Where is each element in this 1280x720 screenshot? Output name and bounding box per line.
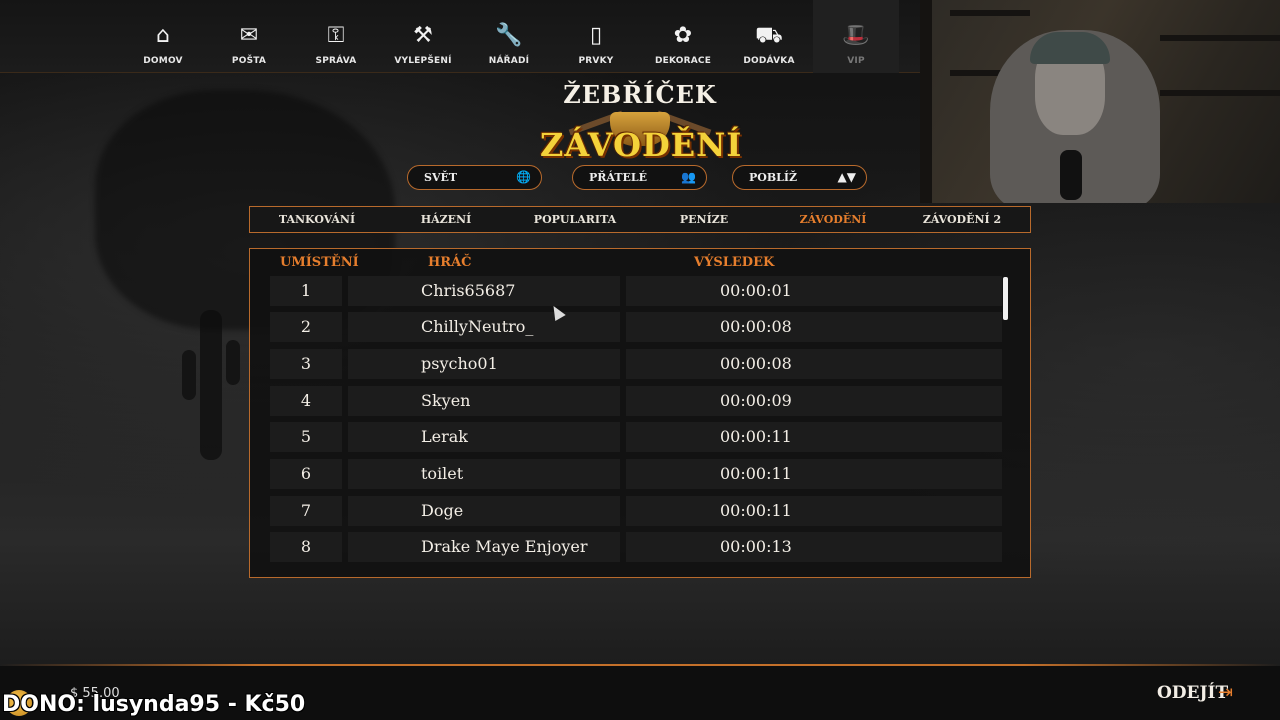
- filter-friends[interactable]: PŘÁTELÉ 👥: [572, 165, 707, 190]
- tab-tankovani[interactable]: TANKOVÁNÍ: [252, 207, 382, 232]
- table-row[interactable]: 8 Drake Maye Enjoyer 00:00:13: [270, 532, 1002, 562]
- flower-icon: ✿: [673, 23, 693, 48]
- row-player: ChillyNeutro_: [348, 312, 620, 342]
- tab-penize[interactable]: PENÍZE: [639, 207, 769, 232]
- row-result: 00:00:11: [626, 422, 1002, 452]
- exit-icon[interactable]: ⇥: [1218, 684, 1236, 702]
- nav-label: DEKORACE: [654, 56, 712, 66]
- microphone: [1060, 150, 1082, 200]
- row-result: 00:00:09: [626, 386, 1002, 416]
- header-result: VÝSLEDEK: [694, 255, 775, 270]
- nav-item-sprava[interactable]: ⚿ SPRÁVA: [293, 0, 379, 73]
- nav-label: PRVKY: [578, 56, 614, 66]
- nav-label: SPRÁVA: [315, 56, 357, 66]
- row-result: 00:00:13: [626, 532, 1002, 562]
- nearby-icon: ▲▼: [837, 170, 856, 184]
- nav-item-vip[interactable]: 🎩 VIP: [813, 0, 899, 73]
- nav-label: NÁŘADÍ: [488, 56, 530, 66]
- category-tabs: TANKOVÁNÍ HÁZENÍ POPULARITA PENÍZE ZÁVOD…: [249, 206, 1031, 233]
- globe-icon: 🌐: [516, 170, 531, 184]
- table-row[interactable]: 6 toilet 00:00:11: [270, 459, 1002, 489]
- nav-item-dodavka[interactable]: ⛟ DODÁVKA: [726, 0, 812, 73]
- row-result: 00:00:08: [626, 312, 1002, 342]
- row-player: Doge: [348, 496, 620, 526]
- filter-label: SVĚT: [424, 171, 458, 184]
- row-rank: 3: [270, 349, 342, 379]
- streamer-cap: [1030, 32, 1110, 64]
- row-rank: 4: [270, 386, 342, 416]
- mail-icon: ✉: [239, 23, 259, 48]
- row-rank: 5: [270, 422, 342, 452]
- row-player: toilet: [348, 459, 620, 489]
- background-cactus: [182, 310, 240, 460]
- leaderboard-title: ŽEBŘÍČEK: [563, 80, 717, 109]
- row-result: 00:00:08: [626, 349, 1002, 379]
- nav-label: VIP: [847, 56, 865, 66]
- nav-label: DOMOV: [143, 56, 183, 66]
- row-player: Chris65687: [348, 276, 620, 306]
- key-icon: ⚿: [327, 23, 345, 48]
- row-player: Drake Maye Enjoyer: [348, 532, 620, 562]
- header-player: HRÁČ: [428, 255, 472, 270]
- row-rank: 6: [270, 459, 342, 489]
- filter-nearby[interactable]: POBLÍŽ ▲▼: [732, 165, 867, 190]
- donation-alert: DONO: lusynda95 - Kč50: [2, 692, 306, 717]
- nav-item-prvky[interactable]: ▯ PRVKY: [553, 0, 639, 73]
- nav-item-vylepseni[interactable]: ⚒ VYLEPŠENÍ: [380, 0, 466, 73]
- row-rank: 2: [270, 312, 342, 342]
- leaderboard-table: UMÍSTĚNÍ HRÁČ VÝSLEDEK 1 Chris65687 00:0…: [249, 248, 1031, 578]
- nav-item-domov[interactable]: ⌂ DOMOV: [120, 0, 206, 73]
- tab-hazeni[interactable]: HÁZENÍ: [381, 207, 511, 232]
- nav-label: POŠTA: [231, 56, 267, 66]
- table-row[interactable]: 5 Lerak 00:00:11: [270, 422, 1002, 452]
- row-player: Lerak: [348, 422, 620, 452]
- nav-label: DODÁVKA: [743, 56, 795, 66]
- table-row[interactable]: 7 Doge 00:00:11: [270, 496, 1002, 526]
- tab-zavodeni-2[interactable]: ZÁVODĚNÍ 2: [897, 207, 1027, 232]
- table-row[interactable]: 2 ChillyNeutro_ 00:00:08: [270, 312, 1002, 342]
- leaderboard-scrollbar[interactable]: [1003, 277, 1008, 320]
- leaderboard-category-title: ZÁVODĚNÍ: [540, 126, 743, 164]
- filter-label: PŘÁTELÉ: [589, 171, 648, 184]
- row-result: 00:00:11: [626, 459, 1002, 489]
- filter-world[interactable]: SVĚT 🌐: [407, 165, 542, 190]
- nav-item-naradi[interactable]: 🔧 NÁŘADÍ: [466, 0, 552, 73]
- wrench-icon: 🔧: [495, 23, 523, 48]
- row-rank: 7: [270, 496, 342, 526]
- tab-popularita[interactable]: POPULARITA: [510, 207, 640, 232]
- row-player: Skyen: [348, 386, 620, 416]
- nav-item-dekorace[interactable]: ✿ DEKORACE: [640, 0, 726, 73]
- header-rank: UMÍSTĚNÍ: [280, 255, 359, 270]
- hammer-icon: ⚒: [413, 23, 433, 48]
- row-result: 00:00:11: [626, 496, 1002, 526]
- table-row[interactable]: 3 psycho01 00:00:08: [270, 349, 1002, 379]
- door-icon: ▯: [589, 23, 603, 48]
- row-rank: 8: [270, 532, 342, 562]
- row-rank: 1: [270, 276, 342, 306]
- filter-label: POBLÍŽ: [749, 171, 798, 184]
- home-icon: ⌂: [156, 23, 170, 48]
- tab-zavodeni[interactable]: ZÁVODĚNÍ: [768, 207, 898, 232]
- row-result: 00:00:01: [626, 276, 1002, 306]
- nav-label: VYLEPŠENÍ: [394, 56, 452, 66]
- friends-icon: 👥: [681, 170, 696, 184]
- webcam-overlay: [920, 0, 1280, 203]
- table-row[interactable]: 1 Chris65687 00:00:01: [270, 276, 1002, 306]
- row-player: psycho01: [348, 349, 620, 379]
- hat-icon: 🎩: [842, 23, 870, 48]
- nav-item-posta[interactable]: ✉ POŠTA: [206, 0, 292, 73]
- table-row[interactable]: 4 Skyen 00:00:09: [270, 386, 1002, 416]
- top-navigation: ⌂ DOMOV ✉ POŠTA ⚿ SPRÁVA ⚒ VYLEPŠENÍ 🔧 N…: [0, 0, 920, 73]
- truck-icon: ⛟: [755, 23, 783, 48]
